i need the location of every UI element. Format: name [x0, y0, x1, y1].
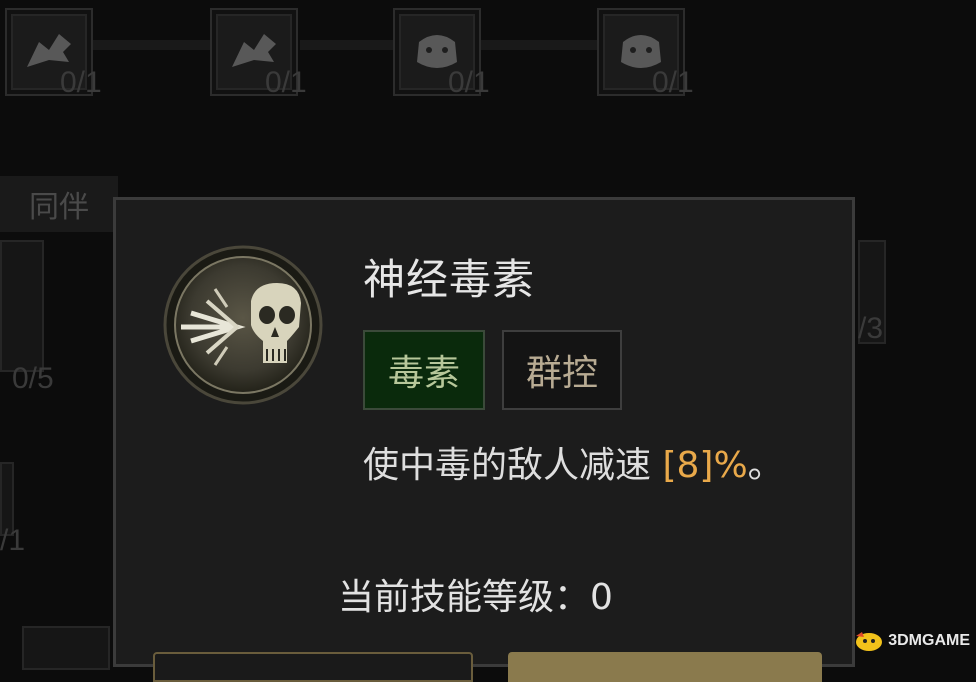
side-skill-node[interactable]	[22, 626, 110, 670]
node-count: 0/5	[12, 362, 54, 395]
skill-title: 神经毒素	[363, 255, 536, 304]
side-skill-node[interactable]	[0, 240, 44, 372]
skill-level: 当前技能等级：0	[338, 577, 613, 618]
poison-skull-icon	[163, 245, 323, 405]
node-count: /3	[858, 312, 884, 345]
tree-connector	[90, 40, 220, 50]
node-count: 0/1	[60, 66, 102, 99]
tooltip-primary-button[interactable]	[508, 652, 822, 682]
node-count: /1	[0, 524, 26, 557]
description-suffix: 。	[747, 445, 784, 486]
tag-crowd-control: 群控	[502, 330, 622, 410]
skill-description: 使中毒的敌人减速 [8]%。	[363, 436, 784, 488]
description-value: [8]%	[662, 445, 748, 486]
watermark-logo-icon	[856, 632, 883, 651]
tooltip-secondary-button[interactable]	[153, 652, 473, 682]
description-prefix: 使中毒的敌人减速	[363, 445, 663, 486]
tag-poison: 毒素	[363, 330, 485, 410]
node-count: 0/1	[448, 66, 490, 99]
tree-connector	[300, 40, 400, 50]
tree-connector	[480, 40, 600, 50]
section-tab-companion[interactable]: 同伴	[0, 176, 118, 232]
watermark: 3DMGAME	[854, 630, 970, 652]
watermark-text: 3DMGAME	[888, 632, 970, 649]
node-count: 0/1	[652, 66, 694, 99]
node-count: 0/1	[265, 66, 307, 99]
skill-tooltip: 神经毒素 毒素 群控 使中毒的敌人减速 [8]%。 当前技能等级：0	[113, 197, 855, 682]
